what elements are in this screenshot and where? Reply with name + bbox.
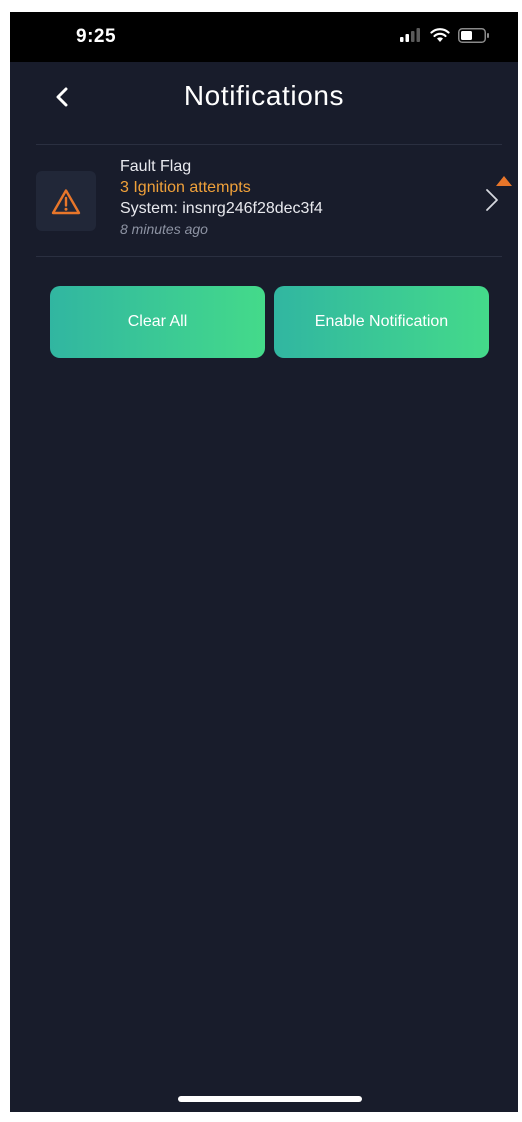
status-icons: [400, 27, 490, 43]
pointer-marker-icon: [496, 176, 512, 186]
notification-text: Fault Flag 3 Ignition attempts System: i…: [120, 157, 460, 238]
home-indicator[interactable]: [178, 1096, 362, 1102]
notification-item[interactable]: Fault Flag 3 Ignition attempts System: i…: [36, 144, 502, 257]
battery-icon: [458, 27, 489, 43]
notification-time: 8 minutes ago: [120, 221, 208, 237]
page-title: Notifications: [183, 80, 345, 111]
notification-icon-box: [36, 171, 96, 231]
notification-system: System: insnrg246f28dec3f4: [120, 200, 323, 217]
wifi-icon: [430, 28, 450, 42]
app-screen: 9:25 Notifications Fault Flag 3 Ignition…: [10, 12, 518, 1112]
chevron-right-icon[interactable]: [482, 187, 502, 213]
notification-title: Fault Flag: [120, 158, 192, 175]
status-bar: 9:25: [10, 12, 518, 62]
notification-subtitle: 3 Ignition attempts: [120, 179, 251, 196]
cellular-signal-icon: [400, 28, 420, 42]
clear-all-button[interactable]: Clear All: [50, 286, 265, 358]
enable-notification-button[interactable]: Enable Notification: [274, 286, 489, 358]
warning-triangle-icon: [51, 188, 81, 214]
status-time: 9:25: [76, 26, 117, 47]
header: Notifications: [10, 62, 518, 132]
action-buttons: Clear All Enable Notification: [50, 286, 489, 358]
